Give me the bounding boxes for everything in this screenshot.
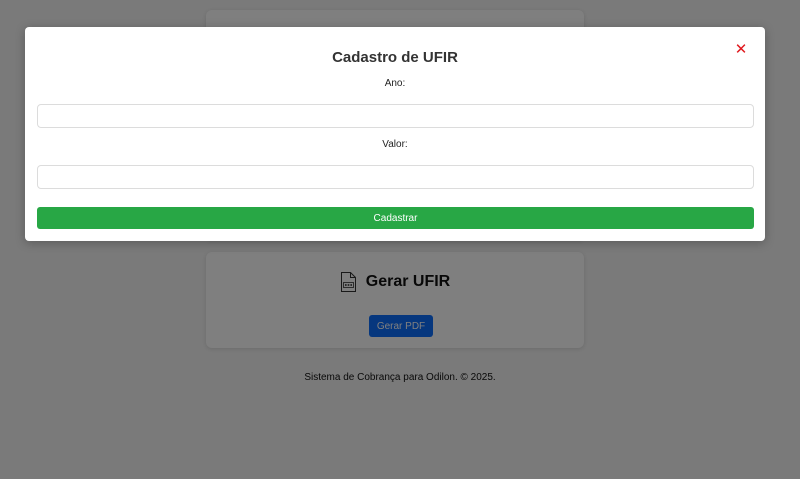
ano-input[interactable]	[37, 104, 754, 128]
valor-label: Valor:	[382, 139, 408, 150]
valor-input[interactable]	[37, 165, 754, 189]
cadastro-ufir-modal: ✕ Cadastro de UFIR Ano: Valor: Cadastrar	[25, 27, 765, 241]
ano-label: Ano:	[384, 78, 406, 89]
cadastrar-button[interactable]: Cadastrar	[37, 207, 754, 229]
modal-title: Cadastro de UFIR	[332, 49, 458, 66]
